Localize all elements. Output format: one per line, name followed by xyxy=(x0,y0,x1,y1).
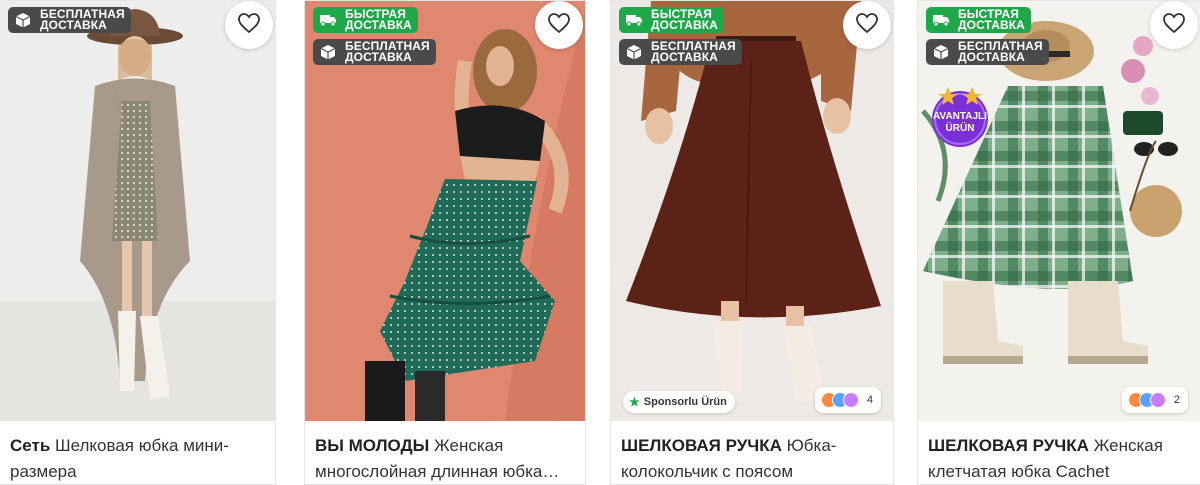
truck-icon xyxy=(319,11,337,29)
heart-icon xyxy=(855,12,879,39)
svg-text:AVANTAJLI: AVANTAJLI xyxy=(933,111,987,122)
fast-delivery-badge: БЫСТРАЯ ДОСТАВКА xyxy=(619,7,724,33)
svg-text:ÜRÜN: ÜRÜN xyxy=(946,121,975,134)
box-icon xyxy=(932,43,950,61)
fast-delivery-badge: БЫСТРАЯ ДОСТАВКА xyxy=(313,7,418,33)
product-card[interactable]: БЫСТРАЯ ДОСТАВКА БЕСПЛАТНАЯ ДОСТАВКА AVANT… xyxy=(917,0,1200,485)
color-options-badge[interactable]: 2 xyxy=(1121,387,1188,413)
product-title[interactable]: ШЕЛКОВАЯ РУЧКА Юбка-колокольчик с поясом xyxy=(621,433,883,484)
free-delivery-badge: БЕСПЛАТНАЯ ДОСТАВКА xyxy=(8,7,131,33)
fast-delivery-badge: БЫСТРАЯ ДОСТАВКА xyxy=(926,7,1031,33)
color-swatch-icon xyxy=(820,392,859,408)
heart-icon xyxy=(547,12,571,39)
truck-icon xyxy=(625,11,643,29)
box-icon xyxy=(319,43,337,61)
product-title[interactable]: ВЫ МОЛОДЫ Женская многослойная длинная юб… xyxy=(315,433,575,484)
color-options-badge[interactable]: 4 xyxy=(814,387,881,413)
free-delivery-badge: БЕСПЛАТНАЯ ДОСТАВКА xyxy=(619,39,742,65)
color-swatch-icon xyxy=(1127,392,1166,408)
star-icon: ★ xyxy=(629,395,640,409)
product-title[interactable]: Сеть Шелковая юбка мини-размера xyxy=(10,433,265,484)
heart-icon xyxy=(237,12,261,39)
favorite-button[interactable] xyxy=(1150,1,1198,49)
product-card[interactable]: БЫСТРАЯ ДОСТАВКА БЕСПЛАТНАЯ ДОСТАВКА ВЫ МО… xyxy=(304,0,586,485)
product-image[interactable] xyxy=(0,1,275,421)
product-card[interactable]: БЫСТРАЯ ДОСТАВКА БЕСПЛАТНАЯ ДОСТАВКА ★ Spo… xyxy=(610,0,894,485)
favorite-button[interactable] xyxy=(843,1,891,49)
sponsored-badge: ★ Sponsorlu Ürün xyxy=(623,391,735,413)
product-title[interactable]: ШЕЛКОВАЯ РУЧКА Женская клетчатая юбка Cac… xyxy=(928,433,1190,484)
free-delivery-badge: БЕСПЛАТНАЯ ДОСТАВКА xyxy=(926,39,1049,65)
truck-icon xyxy=(932,11,950,29)
product-card[interactable]: БЕСПЛАТНАЯ ДОСТАВКА Сеть Шелковая юбка ми… xyxy=(0,0,276,485)
box-icon xyxy=(14,11,32,29)
favorite-button[interactable] xyxy=(535,1,583,49)
free-delivery-badge: БЕСПЛАТНАЯ ДОСТАВКА xyxy=(313,39,436,65)
favorite-button[interactable] xyxy=(225,1,273,49)
heart-icon xyxy=(1162,12,1186,39)
box-icon xyxy=(625,43,643,61)
advantage-product-badge: AVANTAJLI ÜRÜN xyxy=(926,81,994,149)
